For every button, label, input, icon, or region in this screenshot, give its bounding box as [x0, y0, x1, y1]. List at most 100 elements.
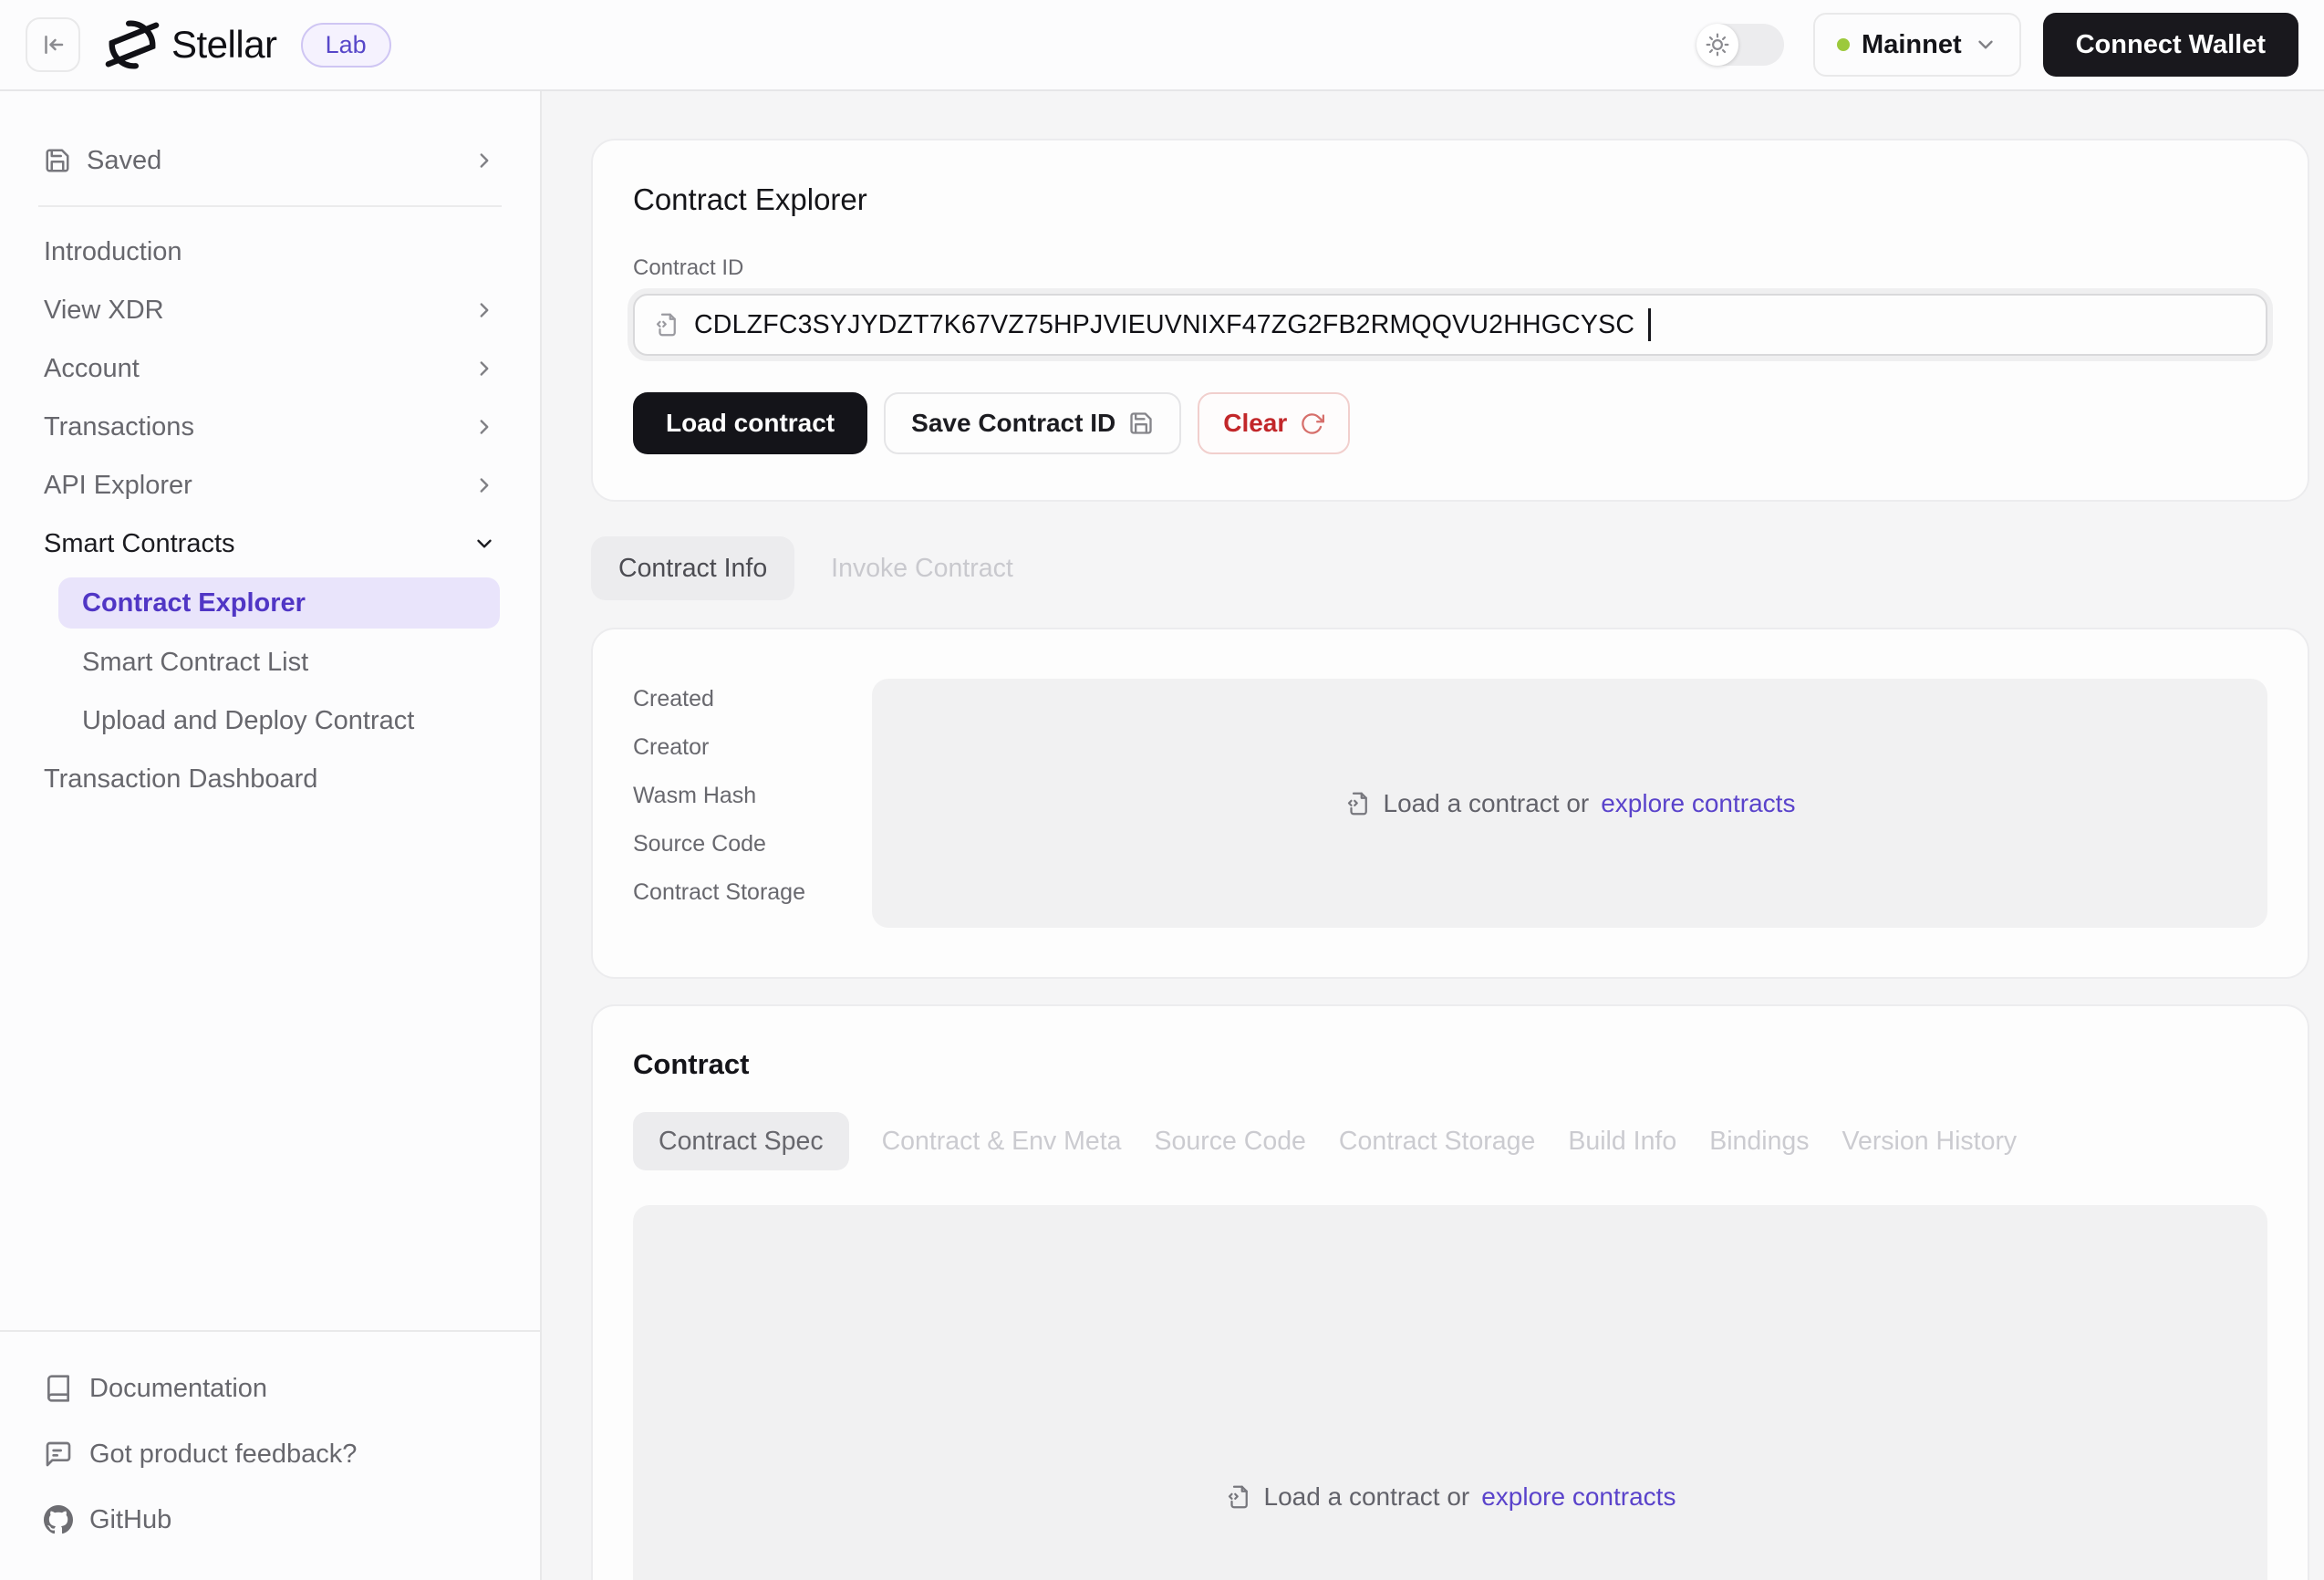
contract-card-title: Contract — [633, 1048, 2267, 1081]
sidebar-divider — [38, 205, 502, 207]
sidebar-item-label: Smart Contract List — [82, 648, 308, 678]
sidebar-item-label: Account — [44, 354, 140, 384]
empty-state-text: Load a contract or — [1264, 1482, 1470, 1512]
sidebar-item-label: Got product feedback? — [89, 1440, 357, 1470]
sidebar-item-label: Documentation — [89, 1374, 267, 1404]
contract-icon — [653, 311, 680, 338]
contract-info-empty-state: Load a contract or explore contracts — [872, 679, 2267, 928]
field-label-created: Created — [633, 686, 835, 734]
theme-toggle[interactable] — [1696, 24, 1784, 66]
field-label-creator: Creator — [633, 734, 835, 783]
contract-icon — [1344, 790, 1372, 817]
sidebar-item-label: Upload and Deploy Contract — [82, 706, 414, 736]
sidebar-item-transaction-dashboard[interactable]: Transaction Dashboard — [0, 750, 540, 808]
sidebar: Saved Introduction View XDR Account — [0, 91, 542, 1580]
brand-name: Stellar — [171, 23, 277, 67]
sidebar-item-documentation[interactable]: Documentation — [44, 1356, 496, 1421]
main-content: Contract Explorer Contract ID CDLZFC3SYJ… — [542, 91, 2324, 1580]
sidebar-item-smart-contracts[interactable]: Smart Contracts — [0, 515, 540, 573]
load-contract-button[interactable]: Load contract — [633, 392, 867, 454]
sidebar-nav: Saved Introduction View XDR Account — [0, 91, 540, 1330]
empty-state-text: Load a contract or — [1384, 789, 1590, 818]
sidebar-item-api-explorer[interactable]: API Explorer — [0, 456, 540, 515]
stellar-logo[interactable] — [104, 16, 161, 73]
clear-button[interactable]: Clear — [1198, 392, 1350, 454]
tab-source-code: Source Code — [1155, 1127, 1306, 1157]
sidebar-item-feedback[interactable]: Got product feedback? — [44, 1421, 496, 1487]
sidebar-item-account[interactable]: Account — [0, 339, 540, 398]
tab-contract-spec[interactable]: Contract Spec — [633, 1112, 849, 1170]
contract-id-value: CDLZFC3SYJYDZT7K67VZ75HPJVIEUVNIXF47ZG2F… — [694, 310, 1634, 340]
sidebar-item-label: Introduction — [44, 237, 182, 267]
contract-info-panel: Created Creator Wasm Hash Source Code Co… — [591, 628, 2309, 979]
explore-contracts-link[interactable]: explore contracts — [1481, 1482, 1676, 1512]
sidebar-item-upload-and-deploy[interactable]: Upload and Deploy Contract — [0, 691, 540, 750]
sidebar-item-label: API Explorer — [44, 471, 192, 501]
sidebar-item-label: Smart Contracts — [44, 529, 235, 559]
clear-label: Clear — [1223, 409, 1287, 438]
chevron-down-icon — [472, 532, 496, 556]
sidebar-item-introduction[interactable]: Introduction — [0, 223, 540, 281]
sun-icon — [1696, 24, 1738, 66]
text-caret — [1648, 308, 1651, 341]
sidebar-item-transactions[interactable]: Transactions — [0, 398, 540, 456]
sidebar-item-github[interactable]: GitHub — [44, 1487, 496, 1553]
feedback-icon — [44, 1440, 73, 1469]
load-contract-label: Load contract — [666, 409, 835, 438]
sidebar-footer: Documentation Got product feedback? GitH… — [0, 1330, 540, 1580]
contract-card-empty-state: Load a contract or explore contracts — [633, 1205, 2267, 1580]
tab-contract-env-meta: Contract & Env Meta — [882, 1127, 1122, 1157]
sidebar-item-label: Transaction Dashboard — [44, 764, 317, 795]
contract-id-input[interactable]: CDLZFC3SYJYDZT7K67VZ75HPJVIEUVNIXF47ZG2F… — [633, 294, 2267, 356]
chevron-right-icon — [472, 298, 496, 322]
field-label-contract-storage: Contract Storage — [633, 879, 835, 928]
stellar-lab-app: Stellar Lab Mainnet Connect Wallet — [0, 0, 2324, 1580]
sidebar-item-label: Transactions — [44, 412, 194, 442]
network-label: Mainnet — [1862, 30, 1962, 60]
sidebar-item-label: Saved — [87, 146, 161, 176]
save-icon — [44, 147, 71, 174]
collapse-sidebar-button[interactable] — [26, 17, 80, 72]
field-label-source-code: Source Code — [633, 831, 835, 879]
book-icon — [44, 1374, 73, 1403]
tab-build-info: Build Info — [1568, 1127, 1676, 1157]
lab-badge: Lab — [301, 23, 391, 68]
save-contract-id-label: Save Contract ID — [911, 409, 1115, 438]
save-icon — [1128, 411, 1154, 436]
contract-icon — [1225, 1483, 1252, 1511]
page-title: Contract Explorer — [633, 182, 2267, 217]
save-contract-id-button[interactable]: Save Contract ID — [884, 392, 1181, 454]
contract-explorer-card: Contract Explorer Contract ID CDLZFC3SYJ… — [591, 139, 2309, 502]
network-selector[interactable]: Mainnet — [1813, 13, 2021, 77]
chevron-right-icon — [472, 415, 496, 439]
chevron-right-icon — [472, 473, 496, 497]
view-tabs: Contract Info Invoke Contract — [591, 536, 2309, 600]
sidebar-item-smart-contract-list[interactable]: Smart Contract List — [0, 633, 540, 691]
sidebar-item-contract-explorer[interactable]: Contract Explorer — [58, 577, 500, 629]
contract-id-label: Contract ID — [633, 255, 2267, 281]
app-header: Stellar Lab Mainnet Connect Wallet — [0, 0, 2324, 91]
collapse-sidebar-icon — [39, 31, 67, 58]
contract-tabs: Contract Spec Contract & Env Meta Source… — [633, 1112, 2267, 1170]
tab-version-history: Version History — [1842, 1127, 2018, 1157]
tab-contract-info[interactable]: Contract Info — [591, 536, 794, 600]
tab-bindings: Bindings — [1709, 1127, 1809, 1157]
refresh-icon — [1300, 411, 1324, 436]
sidebar-item-saved[interactable]: Saved — [0, 131, 540, 190]
sidebar-item-view-xdr[interactable]: View XDR — [0, 281, 540, 339]
github-icon — [44, 1505, 73, 1534]
chevron-right-icon — [472, 149, 496, 172]
explore-contracts-link[interactable]: explore contracts — [1601, 789, 1795, 818]
contract-info-fields: Created Creator Wasm Hash Source Code Co… — [633, 679, 835, 928]
tab-contract-storage: Contract Storage — [1339, 1127, 1535, 1157]
chevron-down-icon — [1974, 33, 1997, 57]
explorer-actions: Load contract Save Contract ID Clear — [633, 392, 2267, 454]
app-shell: Saved Introduction View XDR Account — [0, 91, 2324, 1580]
network-status-dot — [1837, 38, 1850, 51]
sidebar-item-label: GitHub — [89, 1505, 171, 1535]
sidebar-item-label: View XDR — [44, 296, 164, 326]
chevron-right-icon — [472, 357, 496, 380]
connect-wallet-button[interactable]: Connect Wallet — [2043, 13, 2298, 77]
contract-card: Contract Contract Spec Contract & Env Me… — [591, 1004, 2309, 1580]
field-label-wasm-hash: Wasm Hash — [633, 783, 835, 831]
